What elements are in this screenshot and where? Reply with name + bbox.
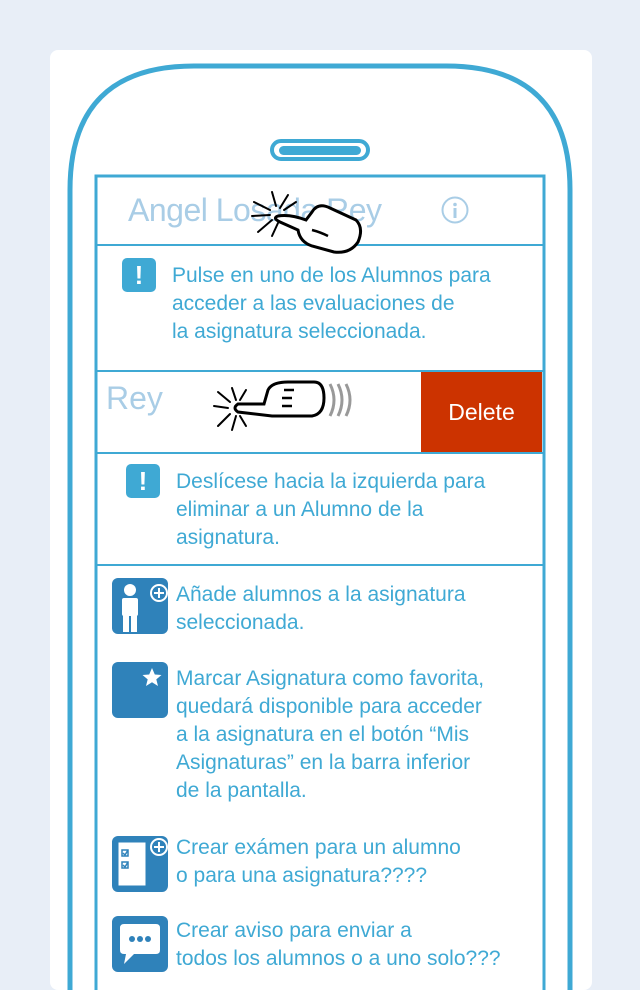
tap-gesture-icon	[251, 191, 363, 254]
create-exam-icon[interactable]	[112, 836, 168, 892]
favorite-line3: a la asignatura en el botón “Mis	[176, 723, 470, 746]
favorite-star-icon[interactable]	[112, 662, 168, 718]
message-icon[interactable]	[112, 916, 168, 972]
hint-tap-line3: la asignatura seleccionada.	[172, 320, 427, 343]
warning-icon: !	[126, 464, 160, 498]
warning-icon: !	[122, 258, 156, 292]
create-exam-line1: Crear exámen para un alumno	[176, 836, 461, 859]
create-notice-line2: todos los alumnos o a uno solo???	[176, 947, 501, 970]
delete-button[interactable]: Delete	[421, 372, 542, 452]
hint-swipe-line1: Deslícese hacia la izquierda para	[176, 470, 486, 493]
favorite-line1: Marcar Asignatura como favorita,	[176, 667, 485, 690]
separator	[97, 564, 543, 566]
info-icon[interactable]	[441, 196, 469, 224]
favorite-line2: quedará disponible para acceder	[176, 695, 482, 718]
hint-tap-line2: acceder a las evaluaciones de	[172, 292, 455, 315]
create-notice-line1: Crear aviso para enviar a	[176, 919, 412, 942]
hint-swipe-line3: asignatura.	[176, 526, 280, 549]
hint-swipe-line2: eliminar a un Alumno de la	[176, 498, 424, 521]
create-exam-line2: o para una asignatura????	[176, 864, 428, 887]
swiped-student-name[interactable]: Rey	[106, 380, 163, 417]
add-students-line1: Añade alumnos a la asignatura	[176, 583, 466, 606]
favorite-line5: de la pantalla.	[176, 779, 307, 802]
separator	[97, 452, 543, 454]
add-students-line2: seleccionada.	[176, 611, 305, 634]
favorite-line4: Asignaturas” en la barra inferior	[176, 751, 471, 774]
hint-tap-line1: Pulse en uno de los Alumnos para	[172, 264, 491, 287]
add-student-icon[interactable]	[112, 578, 168, 634]
swipe-gesture-icon	[213, 380, 352, 431]
